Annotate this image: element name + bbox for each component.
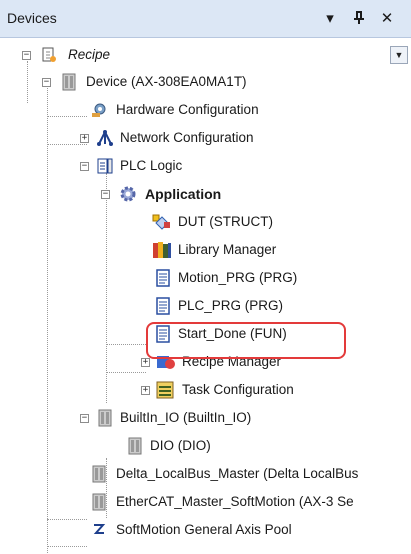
network-config-icon <box>96 129 114 147</box>
dropdown-arrow-icon[interactable]: ▾ <box>318 6 342 30</box>
tree-item-start-done[interactable]: Start_Done (FUN) <box>0 321 390 347</box>
tree-item-label: DIO (DIO) <box>150 438 211 453</box>
axis-pool-icon <box>90 521 108 539</box>
tree-item-ethercat-master-softmotion[interactable]: EtherCAT_Master_SoftMotion (AX-3 Se <box>0 489 390 515</box>
tree-item-label: Hardware Configuration <box>116 102 259 117</box>
pin-icon[interactable] <box>347 6 371 30</box>
close-icon[interactable]: ✕ <box>375 6 399 30</box>
expand-toggle[interactable]: + <box>141 386 150 395</box>
program-doc-icon <box>154 269 172 287</box>
library-books-icon <box>152 241 171 259</box>
tree-item-library-manager[interactable]: Library Manager <box>0 237 390 263</box>
plc-logic-icon <box>96 157 114 175</box>
collapse-toggle[interactable]: − <box>22 51 31 60</box>
program-doc-icon <box>154 297 172 315</box>
panel-title: Devices <box>7 10 57 26</box>
dut-icon <box>152 213 170 231</box>
tree-item-application[interactable]: − Application <box>0 181 390 207</box>
tree-item-delta-localbus-master[interactable]: Delta_LocalBus_Master (Delta LocalBus <box>0 461 390 487</box>
expand-toggle[interactable]: + <box>141 358 150 367</box>
tree-item-device[interactable]: − Device (AX-308EA0MA1T) <box>0 69 390 95</box>
tree-item-label: Device (AX-308EA0MA1T) <box>86 74 247 89</box>
tree-item-motion-prg[interactable]: Motion_PRG (PRG) <box>0 265 390 291</box>
tree-item-label: Recipe <box>68 47 111 62</box>
scroll-dropdown-button[interactable]: ▼ <box>390 46 408 64</box>
tree-item-label: Application <box>145 186 222 202</box>
tree-item-hardware-configuration[interactable]: Hardware Configuration <box>0 97 390 123</box>
tree-item-label: Motion_PRG (PRG) <box>178 270 298 285</box>
tree-item-label: EtherCAT_Master_SoftMotion (AX-3 Se <box>116 494 354 509</box>
tree-item-label: Library Manager <box>178 242 277 257</box>
expand-toggle[interactable]: + <box>80 134 89 143</box>
collapse-toggle[interactable]: − <box>80 414 89 423</box>
device-tree: − Recipe − Device (AX-308EA0MA1T) Hardwa… <box>0 38 390 554</box>
io-module-icon <box>90 493 108 511</box>
tree-item-network-configuration[interactable]: + Network Configuration <box>0 125 390 151</box>
tree-item-label: PLC_PRG (PRG) <box>178 298 284 313</box>
tree-item-label: Network Configuration <box>120 130 254 145</box>
collapse-toggle[interactable]: − <box>80 162 89 171</box>
task-config-icon <box>156 381 174 399</box>
collapse-toggle[interactable]: − <box>101 190 110 199</box>
hardware-config-icon <box>90 101 108 119</box>
io-module-icon <box>90 465 108 483</box>
tree-item-label: Task Configuration <box>182 382 294 397</box>
application-gear-icon <box>119 185 137 203</box>
device-icon <box>60 73 78 91</box>
tree-item-task-configuration[interactable]: + Task Configuration <box>0 377 390 403</box>
tree-item-label: BuiltIn_IO (BuiltIn_IO) <box>120 410 252 425</box>
tree-item-recipe[interactable]: − Recipe <box>0 42 390 68</box>
tree-item-label: Start_Done (FUN) <box>178 326 287 341</box>
tree-item-label: SoftMotion General Axis Pool <box>116 522 292 537</box>
tree-item-plc-logic[interactable]: − PLC Logic <box>0 153 390 179</box>
tree-item-label: Recipe Manager <box>182 354 282 369</box>
recipe-manager-icon <box>156 353 175 371</box>
io-module-icon <box>126 437 144 455</box>
tree-item-label: Delta_LocalBus_Master (Delta LocalBus <box>116 466 359 481</box>
program-doc-icon <box>154 325 172 343</box>
io-module-icon <box>96 409 114 427</box>
collapse-toggle[interactable]: − <box>42 78 51 87</box>
tree-item-dio[interactable]: DIO (DIO) <box>0 433 390 459</box>
tree-item-recipe-manager[interactable]: + Recipe Manager <box>0 349 390 375</box>
tree-item-builtin-io[interactable]: − BuiltIn_IO (BuiltIn_IO) <box>0 405 390 431</box>
tree-item-dut[interactable]: DUT (STRUCT) <box>0 209 390 235</box>
tree-item-plc-prg[interactable]: PLC_PRG (PRG) <box>0 293 390 319</box>
devices-panel-header: Devices ▾ ✕ <box>0 0 411 38</box>
recipe-doc-icon <box>40 46 58 64</box>
tree-item-label: DUT (STRUCT) <box>178 214 273 229</box>
tree-item-label: PLC Logic <box>120 158 183 173</box>
tree-item-softmotion-axis-pool[interactable]: SoftMotion General Axis Pool <box>0 517 390 543</box>
